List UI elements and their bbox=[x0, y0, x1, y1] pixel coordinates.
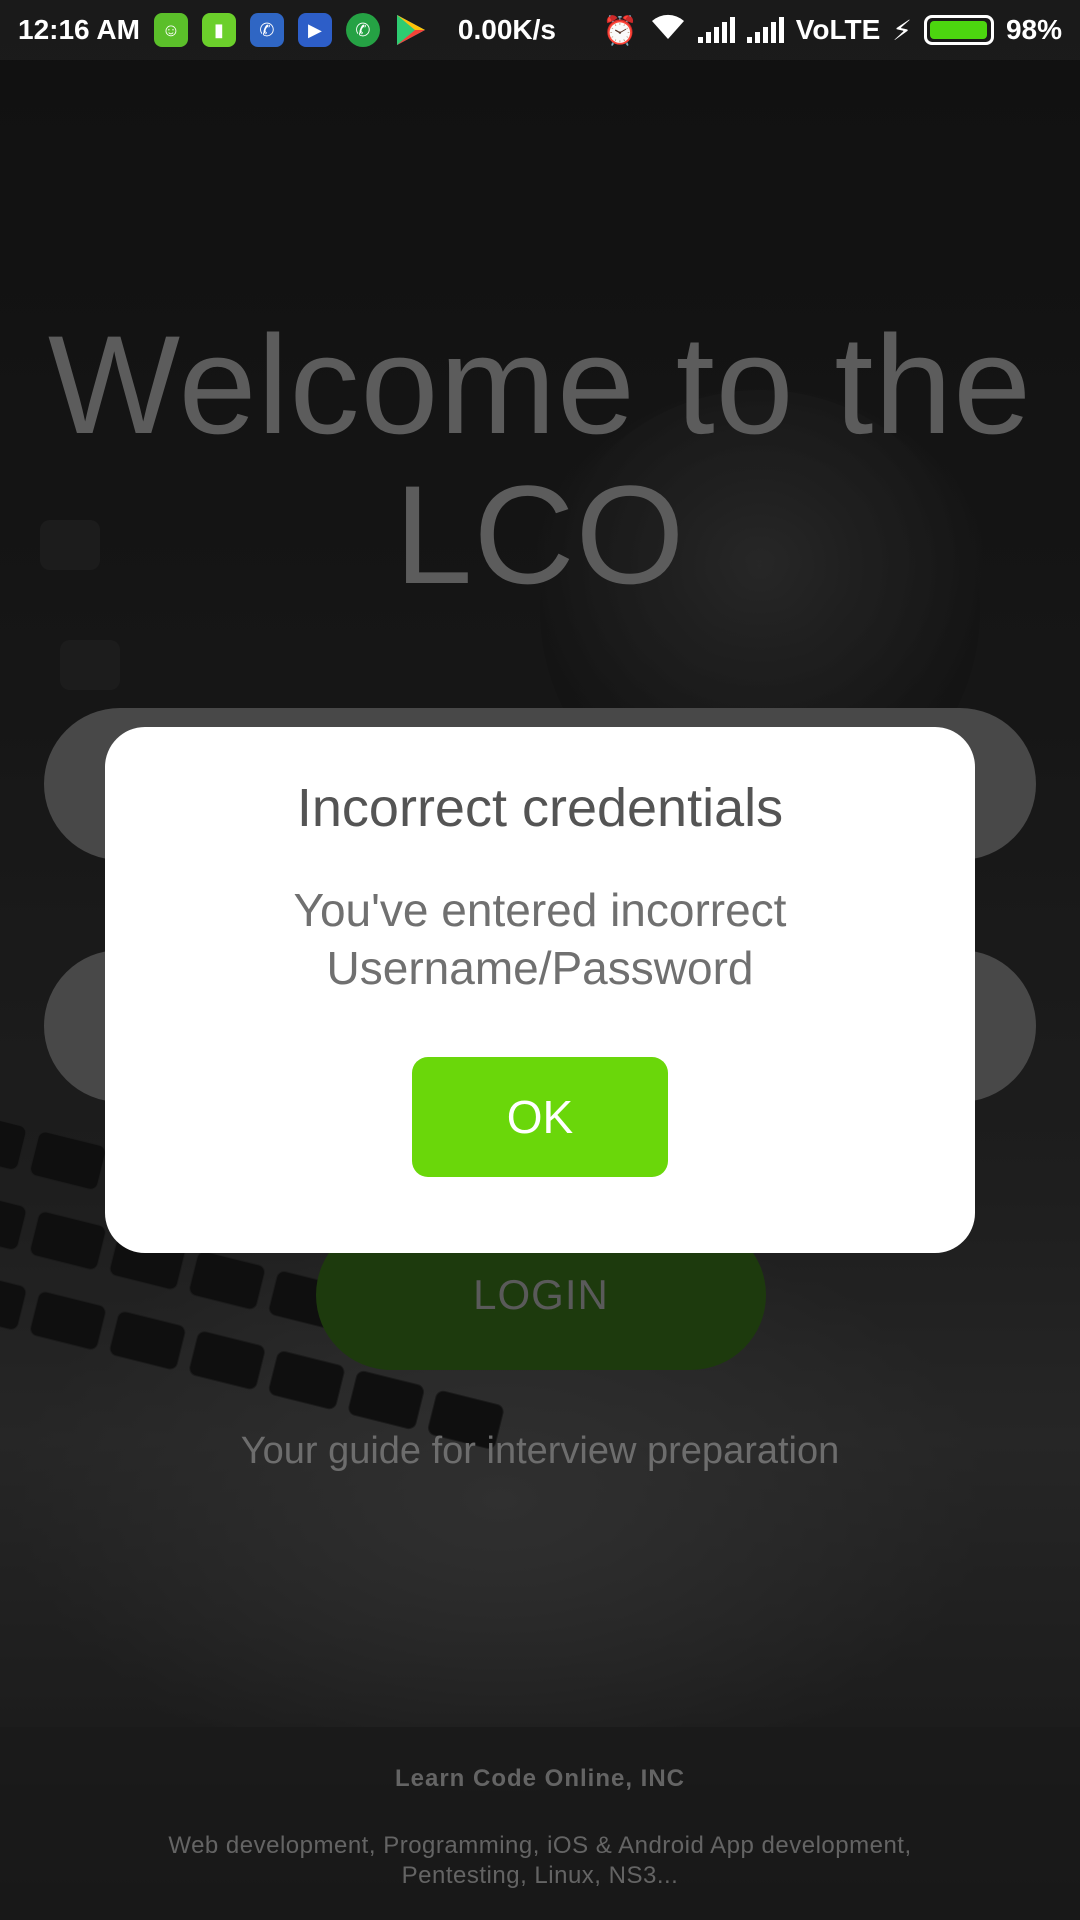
error-dialog: Incorrect credentials You've entered inc… bbox=[105, 727, 975, 1253]
alarm-icon: ⏰ bbox=[602, 14, 638, 46]
phone-icon: ✆ bbox=[249, 13, 284, 47]
android-icon: ☺ bbox=[153, 13, 188, 47]
status-time: 12:16 AM bbox=[18, 14, 140, 45]
signal-icon bbox=[746, 17, 784, 43]
dialog-title: Incorrect credentials bbox=[296, 778, 784, 838]
charging-icon: ⚡ bbox=[892, 14, 912, 46]
play-store-icon bbox=[394, 13, 428, 47]
network-type: VoLTE bbox=[795, 14, 881, 45]
video-call-icon: ▶ bbox=[297, 13, 332, 47]
battery-icon bbox=[923, 15, 994, 45]
ok-button[interactable]: OK bbox=[412, 1057, 668, 1177]
battery-saver-icon: ▮ bbox=[201, 13, 236, 47]
battery-percent: 98% bbox=[1005, 14, 1062, 45]
whatsapp-icon: ✆ bbox=[345, 13, 380, 47]
status-bar: 12:16 AM ☺ ▮ ✆ ▶ ✆ 0.00K/s ⏰ VoLTE ⚡ 98% bbox=[0, 0, 1080, 60]
network-speed: 0.00K/s bbox=[457, 14, 556, 45]
signal-icon bbox=[697, 17, 735, 43]
dialog-message: You've entered incorrect Username/Passwo… bbox=[293, 884, 787, 994]
wifi-icon bbox=[650, 13, 686, 48]
